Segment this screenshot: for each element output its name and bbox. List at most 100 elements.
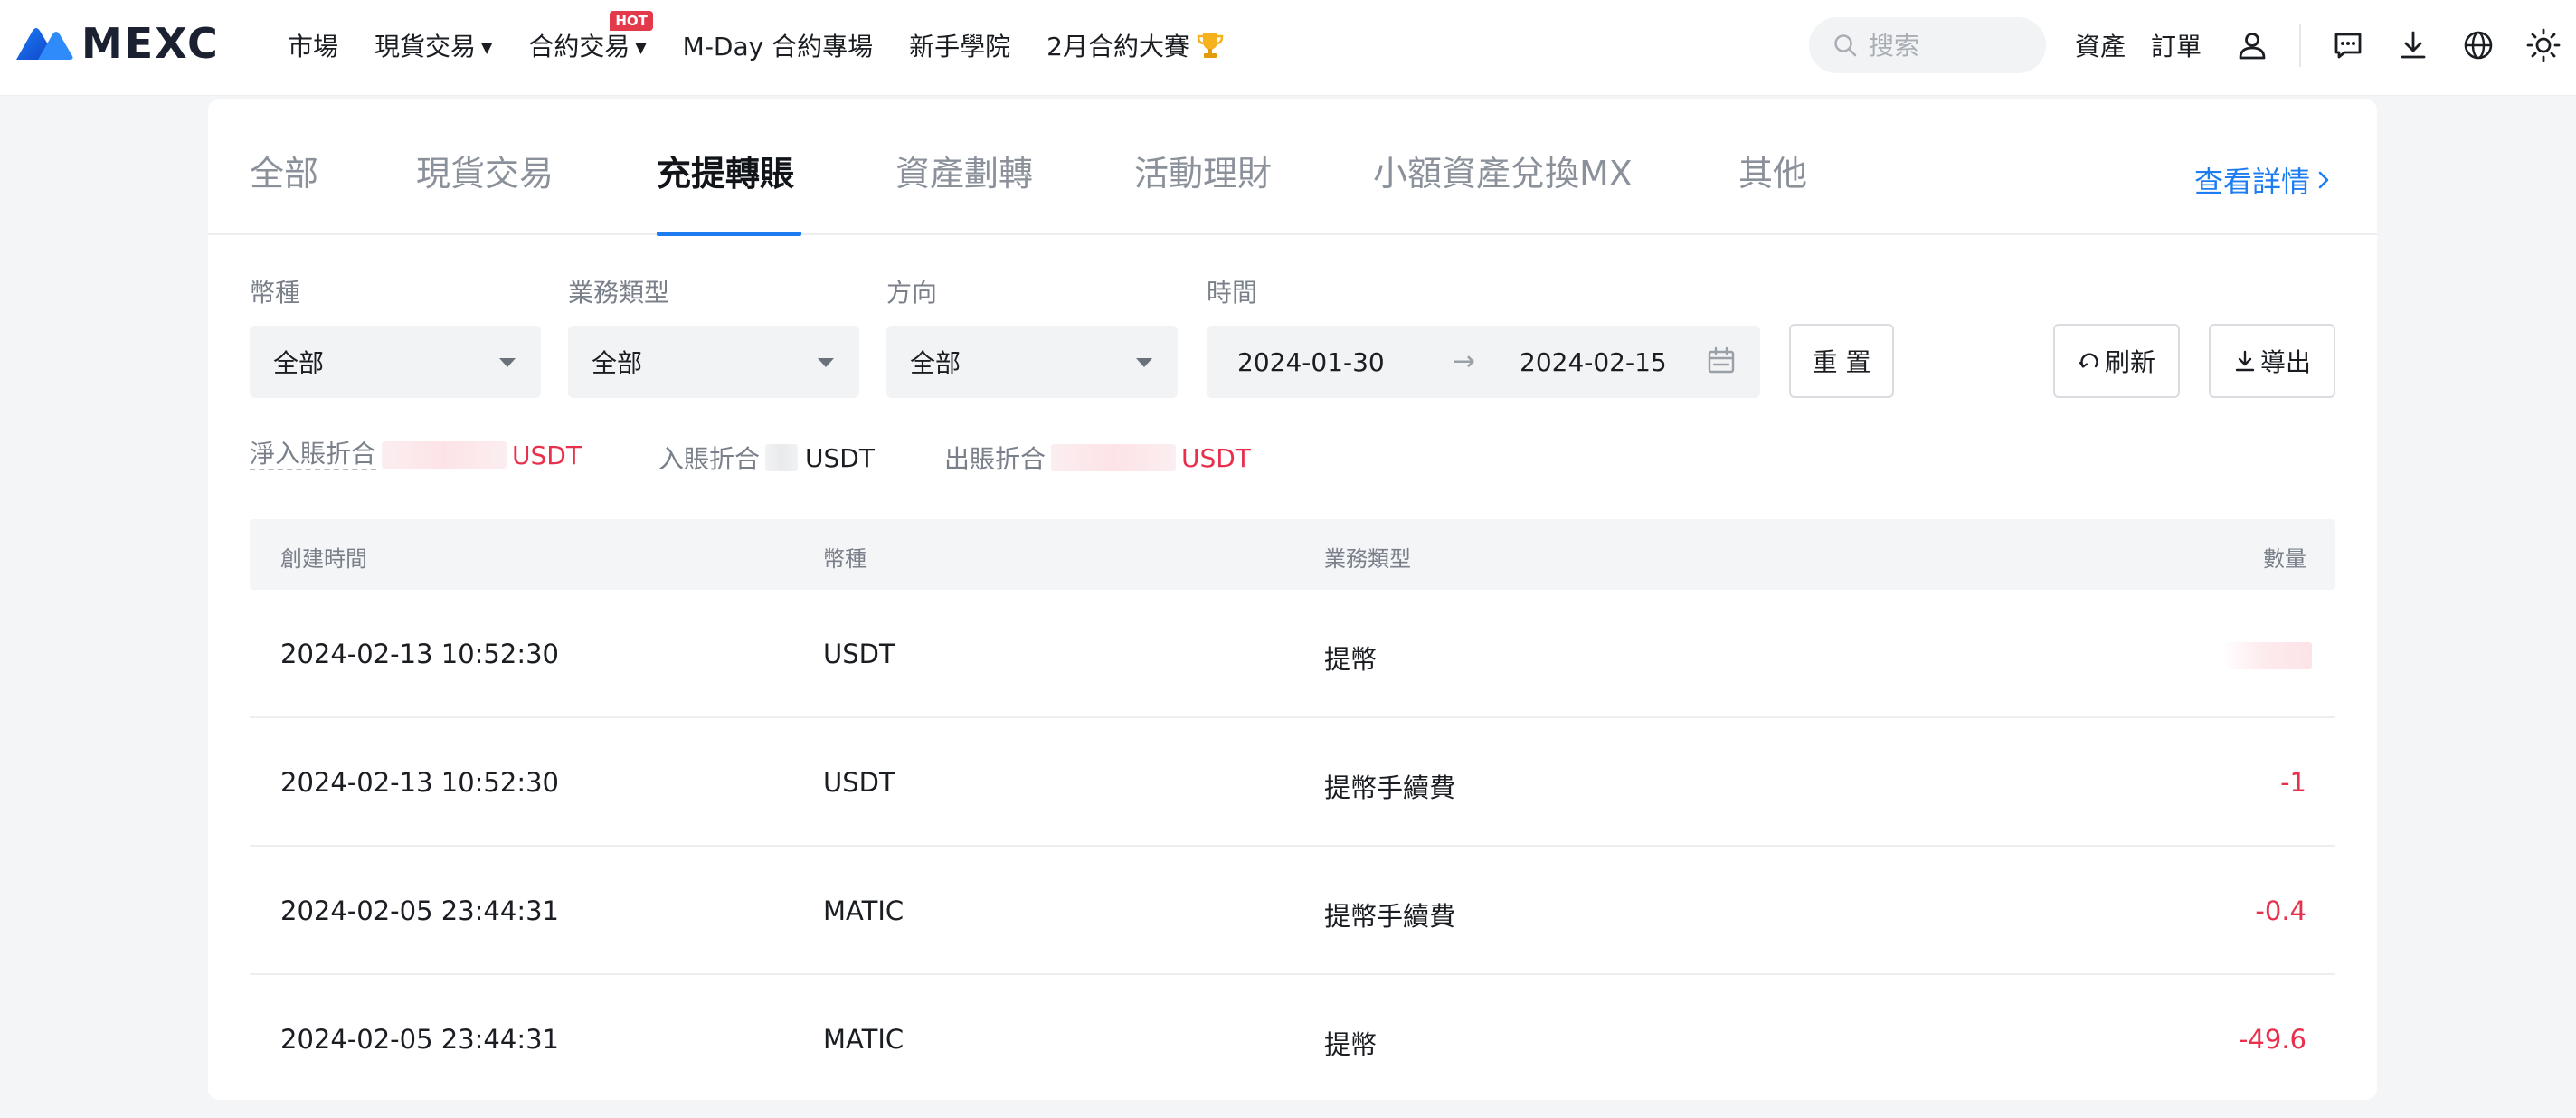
nav-market[interactable]: 市場 xyxy=(288,27,338,63)
caret-down-icon xyxy=(1136,358,1152,367)
col-created-time: 創建時間 xyxy=(280,546,367,572)
tab-all[interactable]: 全部 xyxy=(250,154,318,194)
export-label: 導出 xyxy=(2259,347,2311,377)
download-icon xyxy=(2233,349,2257,373)
direction-filter-label: 方向 xyxy=(886,278,938,308)
export-button[interactable]: 導出 xyxy=(2209,324,2335,398)
net-in-summary: 淨入賬折合 USDT xyxy=(250,440,582,470)
download-icon[interactable] xyxy=(2395,27,2431,63)
tab-other[interactable]: 其他 xyxy=(1738,154,1807,194)
net-in-currency: USDT xyxy=(512,440,582,470)
row-amount: -1 xyxy=(2280,767,2306,798)
nav-market-label: 市場 xyxy=(288,32,339,62)
end-date[interactable]: 2024-02-15 xyxy=(1520,347,1667,377)
business-type-filter-label: 業務類型 xyxy=(568,278,670,308)
row-time: 2024-02-13 10:52:30 xyxy=(280,639,559,669)
row-time: 2024-02-05 23:44:31 xyxy=(280,1024,559,1055)
row-type: 提幣手續費 xyxy=(1324,772,1456,803)
sun-icon[interactable] xyxy=(2525,27,2562,63)
row-type: 提幣手續費 xyxy=(1324,901,1456,932)
row-amount-redacted xyxy=(2221,642,2312,669)
globe-icon[interactable] xyxy=(2460,27,2496,63)
nav-spot-trading-label: 現貨交易 xyxy=(374,32,477,62)
row-currency: MATIC xyxy=(823,895,904,926)
currency-select-value: 全部 xyxy=(273,348,325,378)
records-card: 全部 現貨交易 充提轉賬 資產劃轉 活動理財 小額資產兌換MX 其他 查看詳情 … xyxy=(208,99,2377,1100)
row-type: 提幣 xyxy=(1324,644,1378,675)
col-business-type: 業務類型 xyxy=(1324,546,1411,572)
nav-mday-futures[interactable]: M-Day 合約專場 xyxy=(683,27,873,63)
records-table: 創建時間 幣種 業務類型 數量 2024-02-13 10:52:30 USDT… xyxy=(250,519,2335,1104)
net-in-label[interactable]: 淨入賬折合 xyxy=(250,440,377,470)
arrow-right-icon: → xyxy=(1453,346,1476,377)
out-currency: USDT xyxy=(1181,442,1251,473)
nav-beginner-academy-label: 新手學院 xyxy=(909,32,1011,62)
tab-spot-trading[interactable]: 現貨交易 xyxy=(416,154,554,194)
active-tab-indicator xyxy=(657,232,801,236)
search-box[interactable] xyxy=(1809,17,2046,73)
tab-activity-earn[interactable]: 活動理財 xyxy=(1134,154,1272,194)
row-currency: USDT xyxy=(823,639,895,669)
record-tabs: 全部 現貨交易 充提轉賬 資產劃轉 活動理財 小額資產兌換MX 其他 查看詳情 xyxy=(208,99,2377,236)
tab-small-asset-convert[interactable]: 小額資產兌換MX xyxy=(1373,154,1633,194)
caret-down-icon xyxy=(818,358,834,367)
row-amount: -49.6 xyxy=(2238,1024,2306,1055)
calendar-icon[interactable] xyxy=(1706,346,1737,383)
nav-futures-contest[interactable]: 2月合約大賽 xyxy=(1046,27,1226,63)
tab-asset-transfer[interactable]: 資產劃轉 xyxy=(895,154,1033,194)
row-amount: -0.4 xyxy=(2255,895,2306,926)
currency-filter-label: 幣種 xyxy=(250,278,301,308)
mexc-logo[interactable]: MEXC xyxy=(14,19,220,68)
hot-badge: HOT xyxy=(610,11,653,31)
direction-select-value: 全部 xyxy=(910,348,961,378)
business-type-select[interactable]: 全部 xyxy=(568,326,859,398)
start-date[interactable]: 2024-01-30 xyxy=(1237,347,1385,377)
top-navigation: MEXC 市場 現貨交易 ▼ HOT 合約交易 ▼ M-Day 合約專場 新手學… xyxy=(0,0,2576,96)
in-label: 入賬折合 xyxy=(658,444,761,474)
account-links: 資產 訂單 xyxy=(2075,0,2227,90)
nav-assets[interactable]: 資產 xyxy=(2075,27,2126,63)
direction-select[interactable]: 全部 xyxy=(886,326,1178,398)
mexc-logo-icon xyxy=(16,28,73,60)
out-summary: 出賬折合 USDT xyxy=(944,440,1251,476)
date-range-picker[interactable]: 2024-01-30 → 2024-02-15 xyxy=(1207,326,1760,398)
user-icon[interactable] xyxy=(2234,27,2270,63)
net-in-value-redacted xyxy=(382,441,507,469)
caret-down-icon xyxy=(499,358,516,367)
row-time: 2024-02-05 23:44:31 xyxy=(280,895,559,926)
search-input[interactable] xyxy=(1869,30,2031,61)
table-row: 2024-02-05 23:44:31 MATIC 提幣 -49.6 xyxy=(250,975,2335,1104)
nav-divider xyxy=(2299,24,2301,67)
caret-down-icon: ▼ xyxy=(481,38,493,56)
chevron-right-icon xyxy=(2317,169,2330,191)
table-row: 2024-02-05 23:44:31 MATIC 提幣手續費 -0.4 xyxy=(250,847,2335,975)
in-value-redacted xyxy=(765,444,799,471)
refresh-icon xyxy=(2078,349,2101,373)
col-amount: 數量 xyxy=(2263,546,2306,572)
message-icon[interactable] xyxy=(2330,27,2366,63)
currency-select[interactable]: 全部 xyxy=(250,326,541,398)
row-currency: MATIC xyxy=(823,1024,904,1055)
time-filter-label: 時間 xyxy=(1207,278,1258,308)
col-currency: 幣種 xyxy=(823,546,867,572)
caret-down-icon: ▼ xyxy=(635,38,647,56)
nav-spot-trading[interactable]: 現貨交易 ▼ xyxy=(374,27,492,63)
row-time: 2024-02-13 10:52:30 xyxy=(280,767,559,798)
reset-button[interactable]: 重 置 xyxy=(1789,324,1894,398)
out-value-redacted xyxy=(1051,444,1177,471)
business-type-select-value: 全部 xyxy=(592,348,643,378)
tab-deposit-withdraw[interactable]: 充提轉賬 xyxy=(657,154,794,194)
nav-futures-trading[interactable]: HOT 合約交易 ▼ xyxy=(528,11,653,63)
row-type: 提幣 xyxy=(1324,1029,1378,1060)
refresh-button[interactable]: 刷新 xyxy=(2053,324,2180,398)
row-currency: USDT xyxy=(823,767,895,798)
view-details-label: 查看詳情 xyxy=(2193,165,2310,199)
view-details-link[interactable]: 查看詳情 xyxy=(2194,159,2330,201)
trophy-icon xyxy=(1195,30,1226,61)
brand-name: MEXC xyxy=(81,19,220,68)
out-label: 出賬折合 xyxy=(944,444,1046,474)
nav-futures-trading-label: 合約交易 xyxy=(528,32,630,62)
nav-mday-futures-label: M-Day 合約專場 xyxy=(682,32,874,62)
nav-orders[interactable]: 訂單 xyxy=(2151,27,2202,63)
nav-beginner-academy[interactable]: 新手學院 xyxy=(909,27,1010,63)
